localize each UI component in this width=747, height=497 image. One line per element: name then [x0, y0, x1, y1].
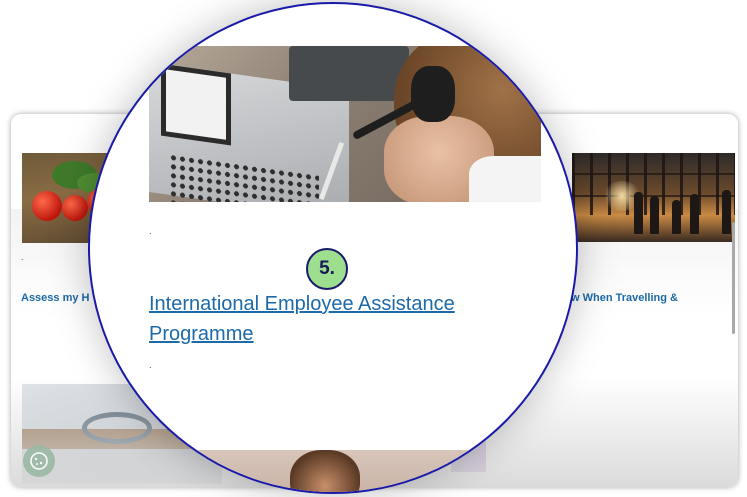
- magnifier-lens: . 5. International Employee Assistance P…: [88, 2, 578, 494]
- airport-travellers-image[interactable]: [572, 153, 735, 242]
- lens-dot: .: [149, 226, 152, 236]
- card-dot: .: [21, 252, 24, 262]
- step-badge: 5.: [306, 248, 348, 290]
- travelling-link[interactable]: w When Travelling &: [571, 292, 678, 304]
- call-center-agent-image[interactable]: [149, 46, 541, 202]
- vertical-scrollbar[interactable]: [732, 222, 735, 334]
- cookie-icon: [30, 452, 48, 470]
- cookie-settings-button[interactable]: [23, 445, 55, 477]
- employee-assistance-link[interactable]: International Employee Assistance Progra…: [149, 289, 529, 349]
- lens-dot: .: [149, 360, 152, 370]
- assess-health-link[interactable]: Assess my H: [21, 292, 90, 304]
- support-person-image[interactable]: [170, 450, 550, 492]
